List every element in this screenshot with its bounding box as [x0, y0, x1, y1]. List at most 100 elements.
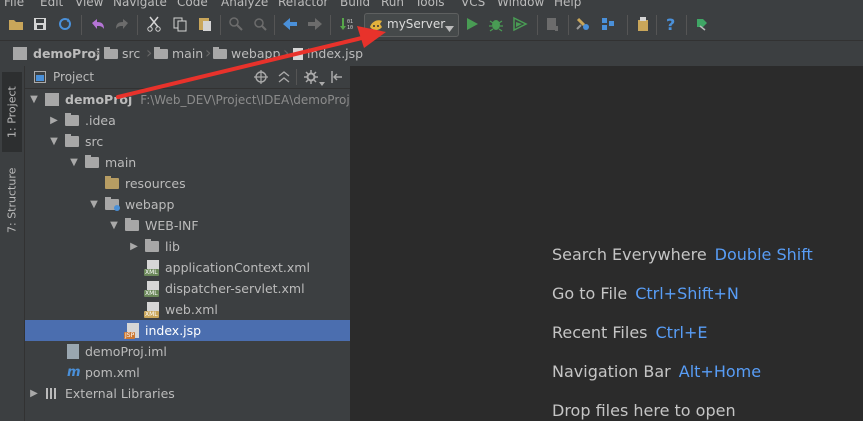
folder-icon	[65, 134, 79, 147]
folder-icon	[125, 218, 139, 231]
tree-item-external-libraries[interactable]: ▶ External Libraries	[29, 383, 175, 404]
jrebel-icon[interactable]	[692, 14, 712, 34]
spring-xml-file-icon: XML	[144, 281, 159, 297]
tree-item-lib[interactable]: ▶ lib	[129, 236, 180, 257]
coverage-icon[interactable]	[510, 14, 530, 34]
tree-item-label: applicationContext.xml	[165, 260, 310, 275]
menu-edit[interactable]: Edit	[40, 0, 63, 9]
menu-tools[interactable]: Tools	[415, 0, 445, 9]
project-tree: ▼ demoProj F:\Web_DEV\Project\IDEA\demoP…	[25, 89, 350, 421]
left-tool-strip: 1: Project 7: Structure	[0, 66, 25, 421]
project-folder-icon	[13, 47, 27, 60]
locate-icon[interactable]	[254, 70, 268, 87]
project-panel-title[interactable]: Project	[53, 70, 94, 84]
menu-run[interactable]: Run	[381, 0, 404, 9]
sdk-manager-icon[interactable]	[633, 14, 653, 34]
chevron-down-icon	[445, 21, 454, 35]
tree-item-label: demoProj	[65, 92, 133, 107]
menu-code[interactable]: Code	[177, 0, 208, 9]
tree-item-index-jsp[interactable]: JSP index.jsp	[25, 320, 350, 341]
make-project-icon[interactable]: 01 10	[337, 14, 357, 34]
gear-icon[interactable]	[304, 70, 318, 87]
hint-text: Drop files here to open	[552, 401, 736, 420]
tree-item-applicationcontext-xml[interactable]: XML applicationContext.xml	[144, 257, 310, 278]
breadcrumb-label: webapp	[231, 46, 281, 61]
menu-help[interactable]: Help	[554, 0, 581, 9]
menu-bar: File Edit View Navigate Code Analyze Ref…	[0, 0, 863, 10]
tree-item-label: src	[85, 134, 104, 149]
hint-shortcut: Alt+Home	[678, 362, 762, 381]
debug-icon[interactable]	[486, 14, 506, 34]
tree-item-resources[interactable]: resources	[105, 173, 186, 194]
breadcrumb-main[interactable]: main	[154, 45, 203, 62]
hint-text: Navigation Bar	[552, 362, 671, 381]
hint-navigation-bar: Navigation Bar Alt+Home	[552, 362, 761, 381]
menu-analyze[interactable]: Analyze	[221, 0, 268, 9]
tab-structure[interactable]: 7: Structure	[2, 158, 22, 242]
save-icon[interactable]	[30, 14, 50, 34]
settings-icon[interactable]	[573, 14, 593, 34]
expanded-arrow-icon: ▼	[70, 157, 78, 168]
breadcrumb-demoproj[interactable]: demoProj	[13, 45, 100, 62]
tree-item-label: dispatcher-servlet.xml	[165, 281, 305, 296]
run-icon[interactable]	[462, 14, 482, 34]
find-icon[interactable]	[226, 14, 246, 34]
tree-item-label: WEB-INF	[145, 218, 199, 233]
web-xml-file-icon: XML	[144, 302, 159, 318]
hint-recent-files: Recent Files Ctrl+E	[552, 323, 707, 342]
breadcrumb-label: demoProj	[33, 46, 101, 61]
menu-view[interactable]: View	[75, 0, 103, 9]
stop-icon[interactable]	[542, 14, 562, 34]
tree-item-pom-xml[interactable]: m pom.xml	[67, 362, 140, 383]
hint-text: Search Everywhere	[552, 245, 707, 264]
breadcrumb-index-jsp[interactable]: index.jsp	[293, 45, 363, 62]
menu-refactor[interactable]: Refactor	[278, 0, 328, 9]
menu-build[interactable]: Build	[340, 0, 370, 9]
help-icon[interactable]: ?	[661, 14, 681, 34]
tree-item-src[interactable]: ▼ src	[49, 131, 103, 152]
gear-dropdown-icon[interactable]	[319, 75, 325, 89]
tree-item-idea[interactable]: ▶ .idea	[49, 110, 116, 131]
tree-item-dispatcher-servlet-xml[interactable]: XML dispatcher-servlet.xml	[144, 278, 305, 299]
tree-item-label: resources	[125, 176, 186, 191]
project-panel-header: Project	[25, 66, 350, 89]
run-configuration-dropdown[interactable]: myServer	[364, 13, 459, 37]
hide-panel-icon[interactable]	[331, 70, 343, 87]
tree-item-webapp[interactable]: ▼ webapp	[89, 194, 174, 215]
tree-item-main[interactable]: ▼ main	[69, 152, 136, 173]
copy-icon[interactable]	[170, 14, 190, 34]
cut-icon[interactable]	[144, 14, 164, 34]
folder-icon	[104, 46, 118, 59]
collapse-all-icon[interactable]	[277, 70, 291, 87]
tab-project[interactable]: 1: Project	[2, 72, 22, 152]
paste-icon[interactable]	[195, 14, 215, 34]
menu-vcs[interactable]: VCS	[461, 0, 485, 9]
undo-icon[interactable]	[88, 14, 108, 34]
maven-icon: m	[67, 365, 81, 380]
redo-icon[interactable]	[112, 14, 132, 34]
editor-area: Search Everywhere Double Shift Go to File…	[351, 66, 863, 421]
tree-item-demoproj[interactable]: ▼ demoProj F:\Web_DEV\Project\IDEA\demoP…	[29, 89, 350, 110]
tree-item-web-inf[interactable]: ▼ WEB-INF	[109, 215, 199, 236]
open-folder-icon[interactable]	[6, 14, 26, 34]
breadcrumb: demoProj › src › main › webapp › index.j…	[0, 40, 863, 67]
tree-item-web-xml[interactable]: XML web.xml	[144, 299, 218, 320]
breadcrumb-webapp[interactable]: webapp	[213, 45, 280, 62]
main-toolbar: 01 10 myServer ?	[0, 10, 863, 40]
breadcrumb-label: src	[122, 46, 141, 61]
menu-file[interactable]: File	[4, 0, 24, 9]
menu-window[interactable]: Window	[497, 0, 544, 9]
replace-icon[interactable]	[250, 14, 270, 34]
menu-navigate[interactable]: Navigate	[113, 0, 167, 9]
hint-shortcut: Ctrl+E	[655, 323, 708, 342]
forward-icon[interactable]	[305, 14, 325, 34]
breadcrumb-label: main	[172, 46, 204, 61]
breadcrumb-src[interactable]: src	[104, 45, 140, 62]
back-icon[interactable]	[280, 14, 300, 34]
tree-item-label: webapp	[125, 197, 175, 212]
sync-icon[interactable]	[55, 14, 75, 34]
project-structure-icon[interactable]	[598, 14, 618, 34]
hint-search-everywhere: Search Everywhere Double Shift	[552, 245, 813, 264]
tree-item-demoproj-iml[interactable]: demoProj.iml	[67, 341, 167, 362]
tree-item-label: External Libraries	[65, 386, 175, 401]
